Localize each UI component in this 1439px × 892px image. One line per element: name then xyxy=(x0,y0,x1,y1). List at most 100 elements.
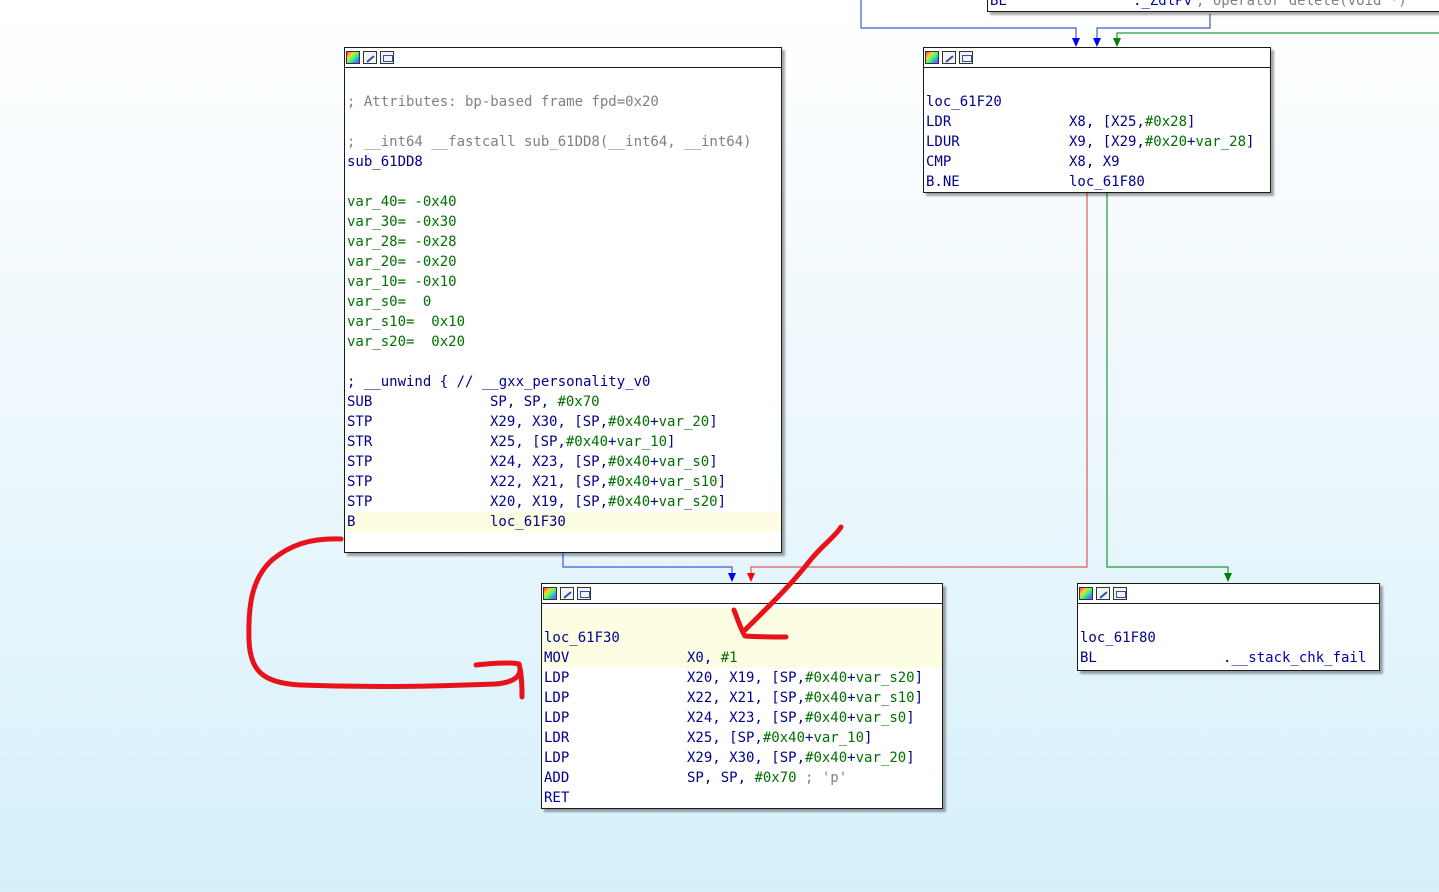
stack-var-name[interactable]: var_s0 xyxy=(347,292,398,312)
code-line[interactable]: STP X24, X23, [SP,#0x40+var_s0] xyxy=(347,452,781,472)
code-label[interactable]: sub_61DD8 xyxy=(347,152,423,172)
instruction-operands[interactable]: X8, X9 xyxy=(1069,152,1120,172)
instruction-mnemonic[interactable]: LDP xyxy=(544,708,687,728)
instruction-mnemonic[interactable]: SUB xyxy=(347,392,490,412)
code-line[interactable]: loc_61F80 xyxy=(1080,628,1379,648)
code-line[interactable]: var_30 = -0x30 xyxy=(347,212,781,232)
code-line[interactable]: var_10 = -0x10 xyxy=(347,272,781,292)
code-line[interactable]: CMP X8, X9 xyxy=(926,152,1270,172)
code-line[interactable]: ADD SP, SP, #0x70 ; 'p' xyxy=(544,768,942,788)
block-loc-61F20[interactable]: loc_61F20 LDR X8, [X25,#0x28] LDUR X9, [X29,… xyxy=(923,47,1271,193)
instruction-mnemonic[interactable]: STP xyxy=(347,412,490,432)
instruction-operands[interactable]: SP, SP, #0x70 xyxy=(687,768,797,788)
instruction-operands[interactable]: X29, X30, [SP,#0x40+var_20] xyxy=(490,412,718,432)
top-block-fragment[interactable]: BL ._ZdlPv ; operator delete(void *) xyxy=(987,0,1439,12)
code-line[interactable]: MOV X0, #1 xyxy=(542,648,942,668)
code-line[interactable]: loc_61F20 xyxy=(926,92,1270,112)
code-line[interactable]: B.NE loc_61F80 xyxy=(926,172,1270,192)
instruction-mnemonic[interactable]: LDP xyxy=(544,688,687,708)
block-loc-61F80[interactable]: loc_61F80 BL .__stack_chk_fail xyxy=(1077,583,1380,671)
code-line[interactable]: LDP X29, X30, [SP,#0x40+var_20] xyxy=(544,748,942,768)
code-line[interactable]: var_40 = -0x40 xyxy=(347,192,781,212)
instruction-mnemonic[interactable]: STR xyxy=(347,432,490,452)
instruction-operands[interactable]: X20, X19, [SP,#0x40+var_s20] xyxy=(687,668,923,688)
instruction-mnemonic[interactable]: STP xyxy=(347,472,490,492)
code-line[interactable] xyxy=(1080,608,1379,628)
code-line[interactable]: STP X22, X21, [SP,#0x40+var_s10] xyxy=(347,472,781,492)
instruction-mnemonic[interactable]: STP xyxy=(347,452,490,472)
instruction-operands[interactable]: loc_61F30 xyxy=(490,512,566,532)
code-label[interactable]: loc_61F20 xyxy=(926,92,1002,112)
block-loc-61F30[interactable]: loc_61F30 MOV X0, #1 LDP X20, X19, [SP,#0x40… xyxy=(541,583,943,809)
stack-var-name[interactable]: var_20 xyxy=(347,252,398,272)
instruction-mnemonic[interactable]: ADD xyxy=(544,768,687,788)
stack-var-name[interactable]: var_s10 xyxy=(347,312,406,332)
code-line[interactable]: LDP X24, X23, [SP,#0x40+var_s0] xyxy=(544,708,942,728)
instruction-mnemonic[interactable]: B.NE xyxy=(926,172,1069,192)
code-label[interactable]: loc_61F30 xyxy=(544,628,620,648)
node-color-icon[interactable] xyxy=(543,587,557,600)
code-line[interactable]: sub_61DD8 xyxy=(347,152,781,172)
code-line[interactable]: ; __unwind { // __gxx_personality_v0 xyxy=(347,372,781,392)
instruction-operands[interactable]: X25, [SP,#0x40+var_10] xyxy=(687,728,872,748)
instruction-operands[interactable]: X24, X23, [SP,#0x40+var_s0] xyxy=(490,452,718,472)
rename-node-icon[interactable] xyxy=(942,51,956,64)
code-line[interactable]: BL .__stack_chk_fail xyxy=(1080,648,1379,668)
instruction-operands[interactable]: X9, [X29,#0x20+var_28] xyxy=(1069,132,1254,152)
stack-var-name[interactable]: var_40 xyxy=(347,192,398,212)
code-line[interactable]: STP X29, X30, [SP,#0x40+var_20] xyxy=(347,412,781,432)
code-line[interactable]: SUB SP, SP, #0x70 xyxy=(347,392,781,412)
instruction-mnemonic[interactable]: LDP xyxy=(544,748,687,768)
code-line[interactable] xyxy=(347,172,781,192)
code-line[interactable] xyxy=(347,352,781,372)
code-line[interactable]: LDUR X9, [X29,#0x20+var_28] xyxy=(926,132,1270,152)
code-line[interactable]: var_28 = -0x28 xyxy=(347,232,781,252)
instruction-operands[interactable]: X25, [SP,#0x40+var_10] xyxy=(490,432,675,452)
instruction-operands[interactable]: .__stack_chk_fail xyxy=(1223,648,1366,668)
instruction-mnemonic[interactable]: LDUR xyxy=(926,132,1069,152)
instruction-mnemonic[interactable]: LDR xyxy=(544,728,687,748)
code-line[interactable]: RET xyxy=(544,788,942,808)
rename-node-icon[interactable] xyxy=(560,587,574,600)
rename-node-icon[interactable] xyxy=(363,51,377,64)
code-line[interactable]: Bloc_61F30 xyxy=(345,512,781,532)
code-label[interactable]: loc_61F80 xyxy=(1080,628,1156,648)
code-line[interactable]: STP X20, X19, [SP,#0x40+var_s20] xyxy=(347,492,781,512)
group-nodes-icon[interactable] xyxy=(380,51,394,64)
node-color-icon[interactable] xyxy=(346,51,360,64)
instruction-operands[interactable]: loc_61F80 xyxy=(1069,172,1145,192)
instruction-operands[interactable]: X8, [X25,#0x28] xyxy=(1069,112,1195,132)
code-line[interactable]: ; __int64 __fastcall sub_61DD8(__int64, … xyxy=(347,132,781,152)
block-sub-61DD8[interactable]: ; Attributes: bp-based frame fpd=0x20 ; _… xyxy=(344,47,782,553)
stack-var-name[interactable]: var_30 xyxy=(347,212,398,232)
code-line[interactable] xyxy=(542,608,942,628)
code-line[interactable]: LDR X25, [SP,#0x40+var_10] xyxy=(544,728,942,748)
instruction-mnemonic[interactable]: LDR xyxy=(926,112,1069,132)
instruction-operands[interactable]: X0, #1 xyxy=(687,648,738,668)
rename-node-icon[interactable] xyxy=(1096,587,1110,600)
instruction-operands[interactable]: X20, X19, [SP,#0x40+var_s20] xyxy=(490,492,726,512)
group-nodes-icon[interactable] xyxy=(1113,587,1127,600)
stack-var-name[interactable]: var_28 xyxy=(347,232,398,252)
instruction-operands[interactable]: SP, SP, #0x70 xyxy=(490,392,600,412)
instruction-mnemonic[interactable]: BL xyxy=(1080,648,1223,668)
instruction-mnemonic[interactable]: B xyxy=(347,512,490,532)
code-line[interactable]: var_s10 = 0x10 xyxy=(347,312,781,332)
instruction-operands[interactable]: X29, X30, [SP,#0x40+var_20] xyxy=(687,748,915,768)
instruction-mnemonic[interactable]: LDP xyxy=(544,668,687,688)
stack-var-name[interactable]: var_10 xyxy=(347,272,398,292)
code-line[interactable] xyxy=(926,72,1270,92)
instruction-mnemonic[interactable]: MOV xyxy=(544,648,687,668)
code-line[interactable]: var_s20 = 0x20 xyxy=(347,332,781,352)
code-line[interactable]: var_20 = -0x20 xyxy=(347,252,781,272)
instruction-operands[interactable]: X24, X23, [SP,#0x40+var_s0] xyxy=(687,708,915,728)
group-nodes-icon[interactable] xyxy=(959,51,973,64)
code-line[interactable]: LDP X22, X21, [SP,#0x40+var_s10] xyxy=(544,688,942,708)
instruction-mnemonic[interactable]: CMP xyxy=(926,152,1069,172)
code-line[interactable]: STR X25, [SP,#0x40+var_10] xyxy=(347,432,781,452)
code-line[interactable] xyxy=(347,112,781,132)
stack-var-name[interactable]: var_s20 xyxy=(347,332,406,352)
instruction-mnemonic[interactable]: RET xyxy=(544,788,687,808)
instruction-operands[interactable]: X22, X21, [SP,#0x40+var_s10] xyxy=(687,688,923,708)
instruction-operands[interactable]: X22, X21, [SP,#0x40+var_s10] xyxy=(490,472,726,492)
